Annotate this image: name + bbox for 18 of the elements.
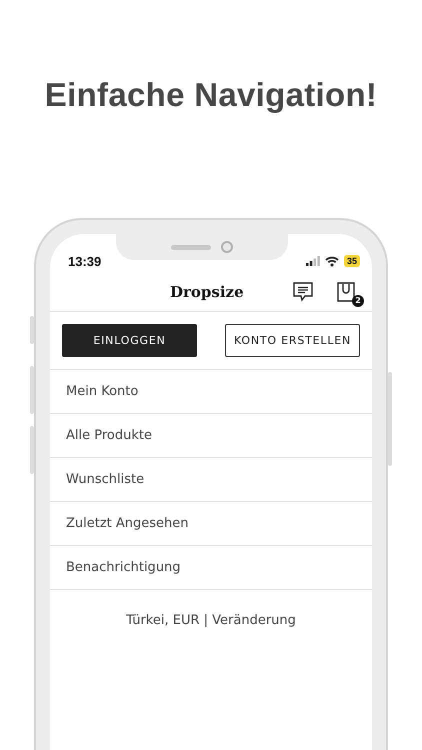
camera-icon bbox=[221, 241, 233, 253]
menu-item[interactable]: Wunschliste bbox=[50, 458, 372, 502]
cart-badge: 2 bbox=[352, 295, 364, 307]
region-currency-text[interactable]: Türkei, EUR | Veränderung bbox=[50, 613, 372, 628]
message-icon[interactable] bbox=[292, 281, 314, 303]
menu-item[interactable]: Benachrichtigung bbox=[50, 546, 372, 590]
register-button[interactable]: KONTO ERSTELLEN bbox=[225, 324, 360, 357]
menu-item[interactable]: Zuletzt Angesehen bbox=[50, 502, 372, 546]
wifi-icon bbox=[324, 256, 339, 266]
menu-item[interactable]: Alle Produkte bbox=[50, 414, 372, 458]
status-time: 13:39 bbox=[68, 254, 102, 268]
logo[interactable]: Dropsize bbox=[170, 283, 244, 301]
headline: Einfache Navigation! bbox=[44, 76, 378, 114]
menu-item[interactable]: Mein Konto bbox=[50, 370, 372, 414]
login-button[interactable]: EINLOGGEN bbox=[62, 324, 197, 357]
signal-icon bbox=[306, 256, 320, 266]
battery-level: 35 bbox=[344, 255, 360, 267]
speaker-icon bbox=[171, 244, 211, 250]
